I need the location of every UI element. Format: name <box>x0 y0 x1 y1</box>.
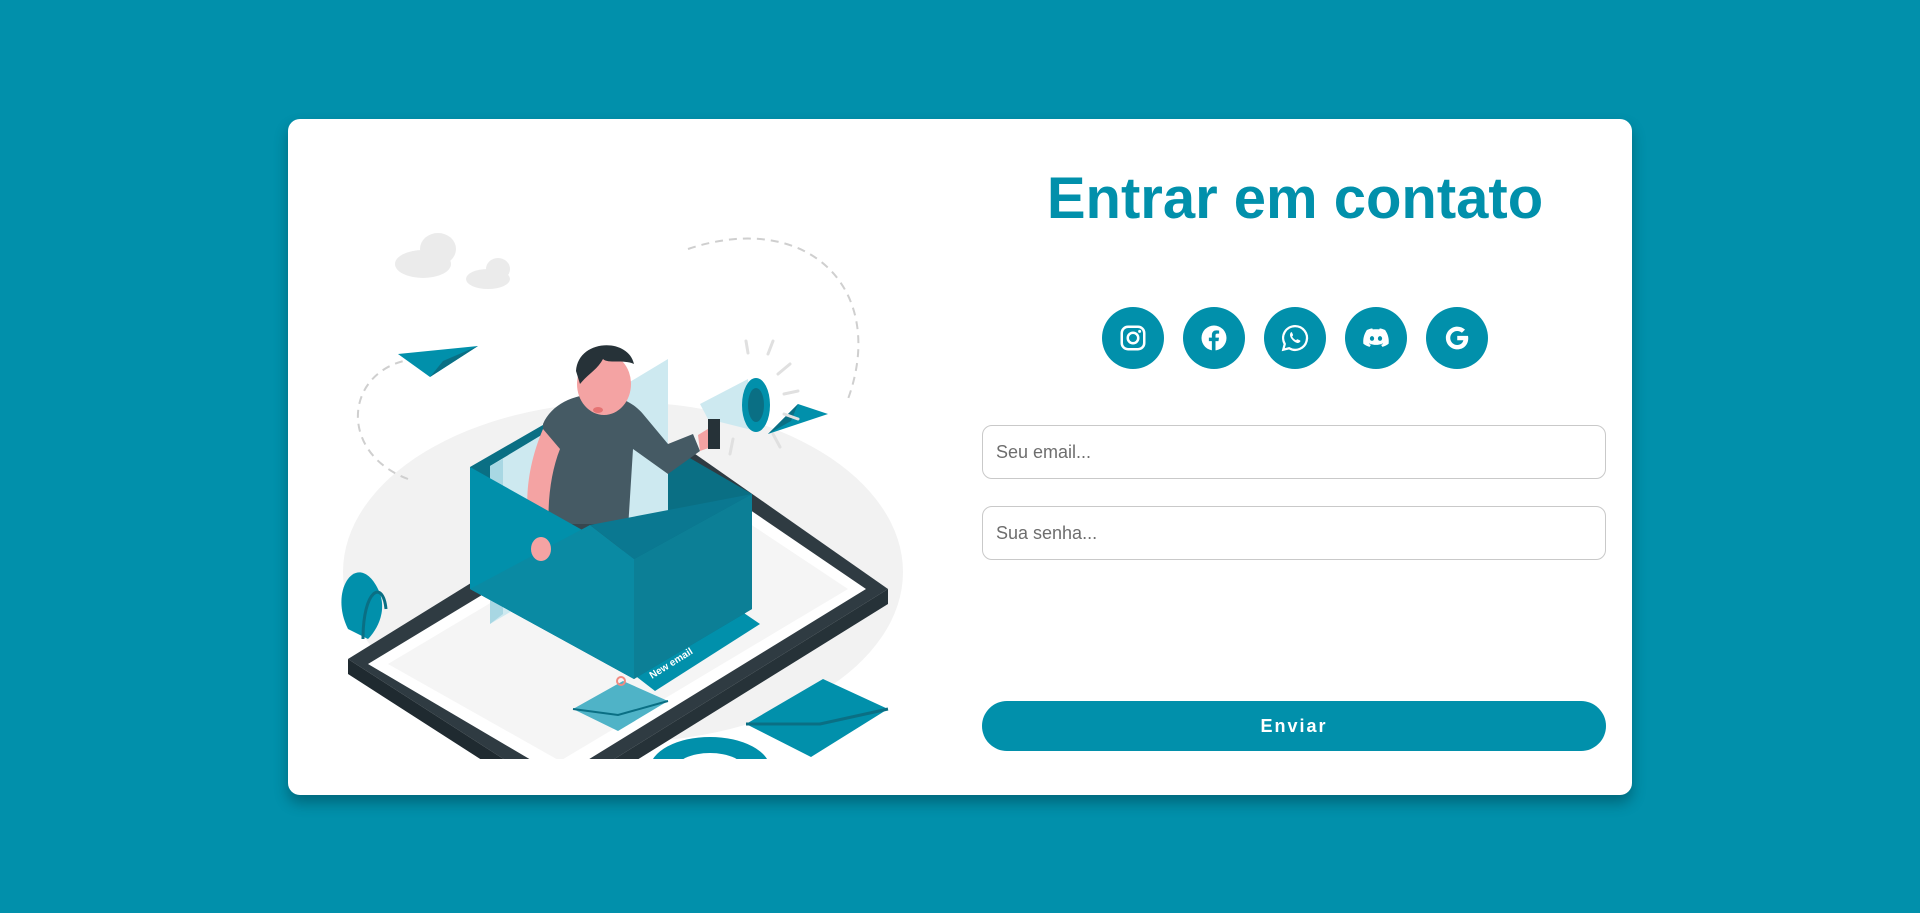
google-button[interactable] <box>1426 307 1488 369</box>
contact-card: New email Entrar em contato Seu email...… <box>288 119 1632 795</box>
google-icon <box>1445 326 1469 350</box>
social-buttons <box>982 307 1608 369</box>
page-title: Entrar em contato <box>1046 166 1544 231</box>
facebook-button[interactable] <box>1183 307 1245 369</box>
password-field[interactable] <box>982 506 1606 560</box>
discord-icon <box>1363 328 1389 347</box>
email-field[interactable] <box>982 425 1606 479</box>
instagram-button[interactable] <box>1102 307 1164 369</box>
discord-button[interactable] <box>1345 307 1407 369</box>
contact-illustration: New email <box>341 233 903 759</box>
whatsapp-button[interactable] <box>1264 307 1326 369</box>
whatsapp-icon <box>1281 324 1309 352</box>
instagram-icon <box>1120 325 1146 351</box>
contact-form-panel: Entrar em contato Seu email... Enviar <box>982 119 1608 795</box>
submit-button[interactable]: Enviar <box>982 701 1606 751</box>
facebook-icon <box>1201 325 1227 351</box>
